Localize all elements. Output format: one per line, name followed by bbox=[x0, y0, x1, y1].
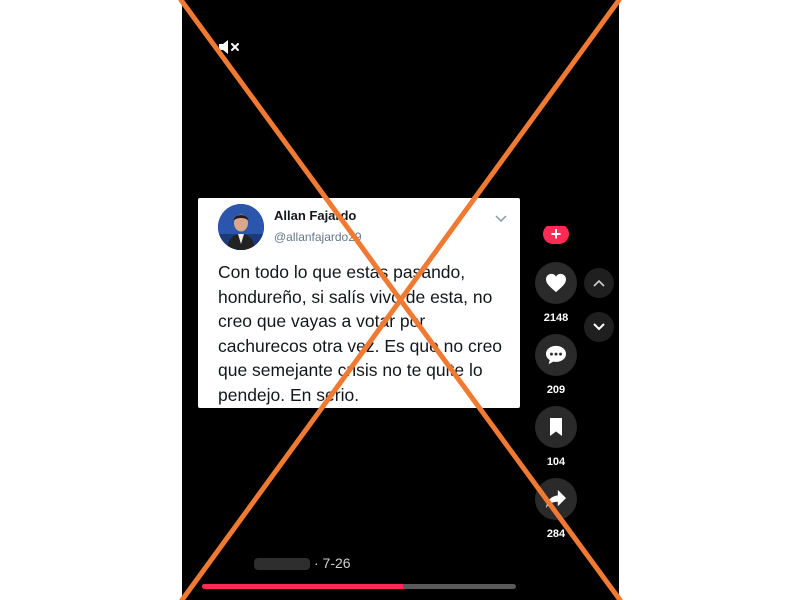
next-video-button[interactable] bbox=[584, 312, 614, 342]
obscured-username bbox=[254, 558, 310, 571]
chevron-up-icon bbox=[593, 279, 605, 287]
post-date: · 7-26 bbox=[314, 555, 351, 571]
tweet-screenshot: Allan Fajardo @allanfajardo29 Con todo l… bbox=[198, 198, 520, 408]
bookmark-icon bbox=[550, 418, 562, 436]
speaker-muted-icon bbox=[219, 40, 239, 54]
tweet-text: Con todo lo que estás pasando, hondureño… bbox=[218, 262, 503, 405]
like-button[interactable] bbox=[535, 262, 577, 304]
save-count: 104 bbox=[546, 456, 566, 468]
heart-icon bbox=[546, 273, 566, 293]
share-arrow-icon bbox=[546, 489, 566, 509]
avatar bbox=[218, 204, 264, 250]
chevron-down-icon bbox=[494, 210, 508, 223]
previous-video-button[interactable] bbox=[584, 268, 614, 298]
video-progress-fill bbox=[202, 584, 403, 589]
share-button[interactable] bbox=[535, 478, 577, 520]
comment-icon bbox=[546, 345, 566, 365]
follow-button[interactable]: + bbox=[535, 214, 577, 244]
video-player[interactable]: Allan Fajardo @allanfajardo29 Con todo l… bbox=[182, 0, 619, 600]
comment-button[interactable] bbox=[535, 334, 577, 376]
like-count: 2148 bbox=[543, 312, 569, 324]
mute-button[interactable] bbox=[216, 36, 242, 58]
tweet-author-name: Allan Fajardo bbox=[274, 208, 357, 223]
video-byline: · 7-26 bbox=[254, 555, 351, 571]
video-progress-bar[interactable] bbox=[202, 584, 516, 589]
share-count: 284 bbox=[546, 528, 566, 540]
plus-icon: + bbox=[550, 224, 562, 244]
tweet-author-handle: @allanfajardo29 bbox=[274, 230, 362, 244]
chevron-down-icon bbox=[593, 323, 605, 331]
comment-count: 209 bbox=[546, 384, 566, 396]
save-button[interactable] bbox=[535, 406, 577, 448]
